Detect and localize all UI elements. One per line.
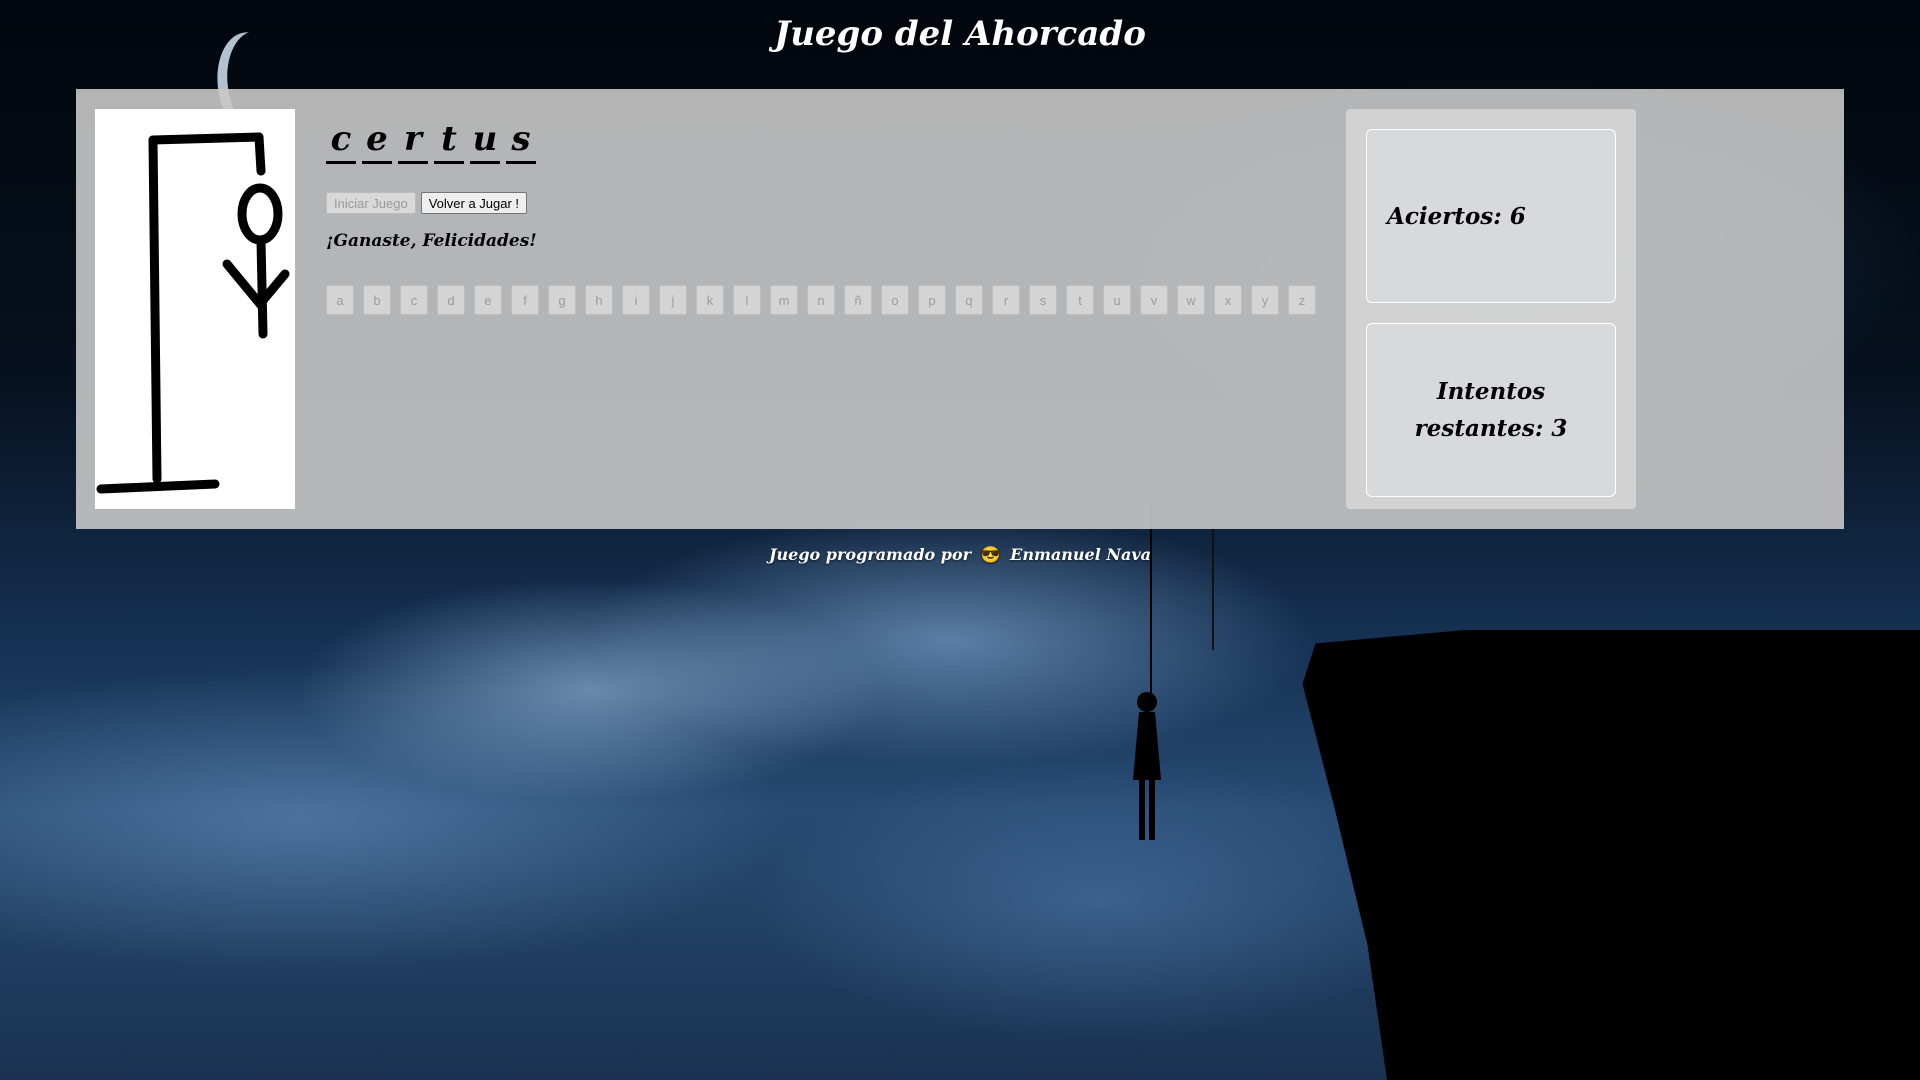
hits-counter: Aciertos: 6 (1366, 129, 1616, 303)
alphabet-keyboard: a b c d e f g h i j k l m n ñ o p q r s … (326, 285, 1316, 315)
sunglasses-emoji-icon: 😎 (980, 545, 1001, 564)
word-letter: c (326, 119, 356, 164)
gallows-icon (96, 132, 290, 494)
letter-key-n[interactable]: n (807, 285, 835, 315)
play-again-button[interactable]: Volver a Jugar ! (420, 192, 528, 214)
word-letter: r (398, 119, 428, 164)
game-panel: c e r t u s Iniciar Juego Volver a Jugar… (76, 89, 1844, 529)
letter-key-h[interactable]: h (585, 285, 613, 315)
background-rope (1150, 500, 1152, 700)
footer-prefix: Juego programado por (768, 545, 972, 564)
letter-key-d[interactable]: d (437, 285, 465, 315)
letter-key-i[interactable]: i (622, 285, 650, 315)
start-game-button[interactable]: Iniciar Juego (326, 192, 416, 214)
letter-key-t[interactable]: t (1066, 285, 1094, 315)
letter-key-m[interactable]: m (770, 285, 798, 315)
letter-key-o[interactable]: o (881, 285, 909, 315)
hangman-drawing (95, 109, 295, 509)
letter-key-c[interactable]: c (400, 285, 428, 315)
letter-key-y[interactable]: y (1251, 285, 1279, 315)
cliff-silhouette (1302, 630, 1920, 1080)
letter-key-k[interactable]: k (696, 285, 724, 315)
letter-key-v[interactable]: v (1140, 285, 1168, 315)
page-title: Juego del Ahorcado (774, 14, 1146, 54)
letter-key-f[interactable]: f (511, 285, 539, 315)
score-panel: Aciertos: 6 Intentos restantes: 3 (1346, 109, 1636, 509)
game-controls: Iniciar Juego Volver a Jugar ! (326, 192, 528, 214)
letter-key-a[interactable]: a (326, 285, 354, 315)
letter-key-z[interactable]: z (1288, 285, 1316, 315)
word-letter: e (362, 119, 392, 164)
letter-key-u[interactable]: u (1103, 285, 1131, 315)
word-letter: s (506, 119, 536, 164)
word-letter: u (470, 119, 500, 164)
letter-key-q[interactable]: q (955, 285, 983, 315)
letter-key-g[interactable]: g (548, 285, 576, 315)
letter-key-l[interactable]: l (733, 285, 761, 315)
status-message: ¡Ganaste, Felicidades! (326, 231, 537, 251)
word-letter: t (434, 119, 464, 164)
footer-credits: Juego programado por 😎 Enmanuel Nava (0, 545, 1920, 564)
letter-key-b[interactable]: b (363, 285, 391, 315)
word-display: c e r t u s (326, 119, 536, 164)
letter-key-e[interactable]: e (474, 285, 502, 315)
letter-key-x[interactable]: x (1214, 285, 1242, 315)
letter-key-r[interactable]: r (992, 285, 1020, 315)
footer-author: Enmanuel Nava (1010, 545, 1152, 564)
hanging-figure-silhouette (1133, 692, 1161, 840)
remaining-attempts-counter: Intentos restantes: 3 (1366, 323, 1616, 497)
letter-key-w[interactable]: w (1177, 285, 1205, 315)
letter-key-j[interactable]: j (659, 285, 687, 315)
letter-key-s[interactable]: s (1029, 285, 1057, 315)
letter-key-enie[interactable]: ñ (844, 285, 872, 315)
letter-key-p[interactable]: p (918, 285, 946, 315)
